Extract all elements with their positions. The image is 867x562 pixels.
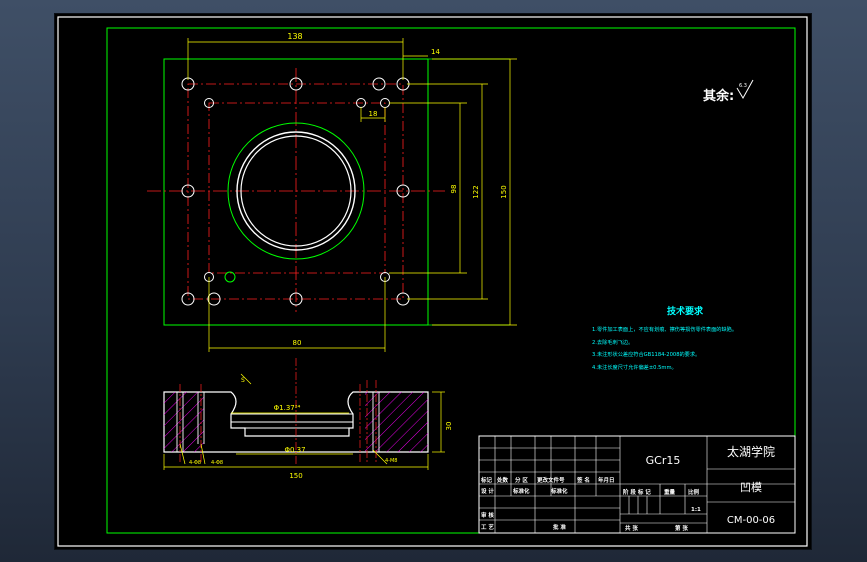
tb-label-design: 设 计 <box>481 487 494 495</box>
dim-section-thickness: 30 <box>445 422 453 431</box>
tb-label-sheets-total: 共 张 <box>625 524 638 532</box>
tb-label-weight: 重量 <box>664 488 676 496</box>
tb-label-mark: 标记 <box>480 476 493 484</box>
section-callout: S <box>241 377 245 384</box>
top-view: 138 14 18 80 98 122 150 <box>147 32 517 352</box>
cad-viewport[interactable]: 138 14 18 80 98 122 150 其余: 6.3 技术要求 1.零… <box>55 14 811 549</box>
surface-note-text: 其余: <box>703 88 734 104</box>
tb-label-zone: 分 区 <box>515 476 528 484</box>
tb-scale-value: 1:1 <box>691 507 701 513</box>
dim-section-right-thread: 4-M8 <box>385 458 397 464</box>
technical-requirements: 技术要求 1.零件加工表面上，不应有划痕、擦伤等损伤零件表面的缺陷。 2.去除毛… <box>592 305 737 371</box>
title-block: GCr15 太湖学院 凹模 CM-00-06 标记 处数 分 区 更改文件号 签… <box>478 435 796 534</box>
school-name: 太湖学院 <box>727 444 775 459</box>
tb-label-review: 审 核 <box>481 511 494 519</box>
tech-item-1: 1.零件加工表面上，不应有划痕、擦伤等损伤零件表面的缺陷。 <box>592 325 737 333</box>
dim-height-overall: 150 <box>500 185 508 198</box>
section-view: Φ1.37²⁴ Φ0.37 150 30 4-Φ8 4-Φ8 4-M8 S <box>163 358 453 480</box>
dim-section-overall-width: 150 <box>289 472 302 480</box>
tb-label-approve: 批 准 <box>553 523 566 531</box>
drawing-canvas: 138 14 18 80 98 122 150 其余: 6.3 技术要求 1.零… <box>57 16 808 547</box>
tb-label-standardize-2: 标准化 <box>550 487 568 495</box>
sheet-inner-frame <box>106 27 796 534</box>
tech-item-4: 4.未注长度尺寸允许偏差±0.5mm。 <box>592 363 677 371</box>
tb-label-sign: 签 名 <box>576 476 590 484</box>
tb-label-stage-mark: 阶 段 标 记 <box>623 488 651 496</box>
tb-label-standardize: 标准化 <box>512 487 530 495</box>
inner-hole-pattern <box>208 102 386 274</box>
tb-label-count: 处数 <box>496 476 509 484</box>
tb-label-date: 年月日 <box>598 476 615 484</box>
dim-section-left-small-a: 4-Φ8 <box>189 460 201 466</box>
tech-item-3: 3.未注形状公差应符合GB1184-2008的要求。 <box>592 350 700 358</box>
tb-label-sheet-no: 第 张 <box>675 524 688 532</box>
dim-section-bottom-bore: Φ0.37 <box>284 446 305 454</box>
dim-top-right-offset: 14 <box>431 48 440 56</box>
tech-item-2: 2.去除毛刺飞边。 <box>592 338 633 346</box>
dim-bottom-width: 80 <box>293 339 302 347</box>
material-label: GCr15 <box>646 454 681 467</box>
tb-label-scale: 比例 <box>688 488 700 496</box>
dim-height-mid: 122 <box>472 185 480 198</box>
dim-inner-hole-pitch: 18 <box>369 110 378 118</box>
part-name: 凹模 <box>740 481 762 494</box>
dim-top-overall-width: 138 <box>287 32 302 41</box>
tech-title: 技术要求 <box>667 305 704 317</box>
dim-section-left-small-b: 4-Φ8 <box>211 460 223 466</box>
tb-label-change-doc: 更改文件号 <box>537 476 565 484</box>
roughness-value: 6.3 <box>739 83 747 89</box>
drawing-number: CM-00-06 <box>727 515 775 526</box>
dim-height-inner: 98 <box>450 185 458 194</box>
tb-label-process: 工 艺 <box>481 523 494 531</box>
section-hatch-right <box>365 392 428 452</box>
dim-section-bore: Φ1.37²⁴ <box>274 404 301 412</box>
surface-note: 其余: 6.3 <box>703 79 754 104</box>
